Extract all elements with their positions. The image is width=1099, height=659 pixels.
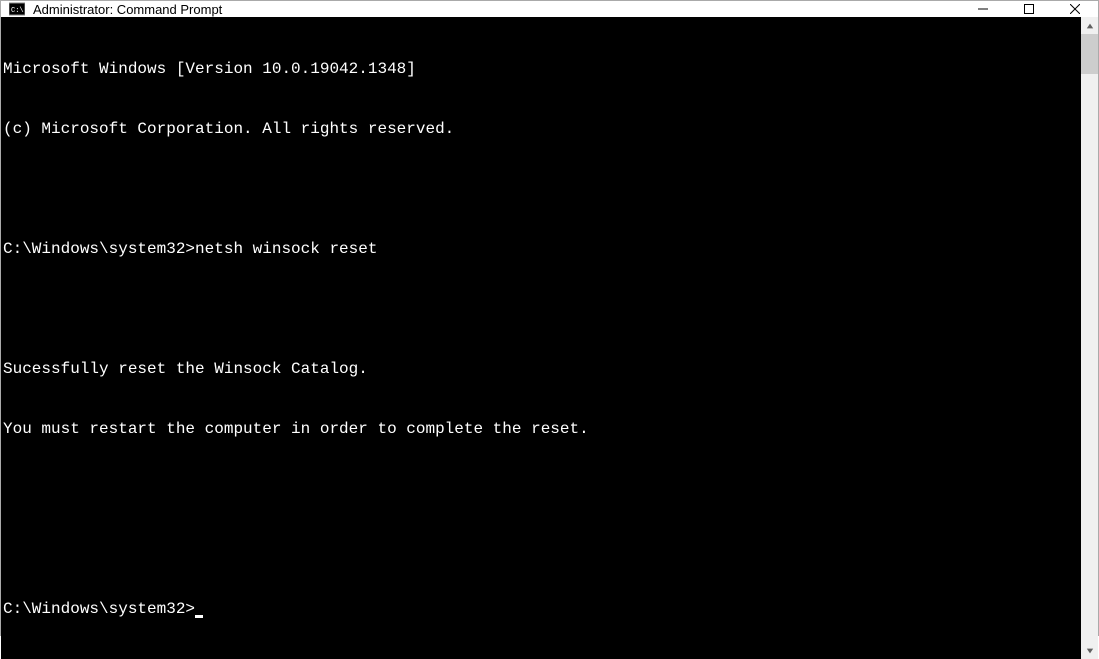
svg-text:C:\: C:\: [11, 7, 24, 15]
prompt-text: C:\Windows\system32>: [3, 600, 195, 618]
command-prompt-window: C:\ Administrator: Command Prompt Micros…: [0, 0, 1099, 636]
terminal-line: You must restart the computer in order t…: [3, 419, 1081, 439]
vertical-scrollbar[interactable]: [1081, 17, 1098, 659]
terminal-line: [3, 539, 1081, 559]
terminal-output[interactable]: Microsoft Windows [Version 10.0.19042.13…: [1, 17, 1081, 659]
minimize-button[interactable]: [960, 1, 1006, 17]
titlebar-left: C:\ Administrator: Command Prompt: [9, 1, 222, 17]
cursor-icon: [195, 615, 203, 618]
maximize-button[interactable]: [1006, 1, 1052, 17]
terminal-line: [3, 479, 1081, 499]
scroll-down-button[interactable]: [1081, 642, 1098, 659]
terminal-line: C:\Windows\system32>netsh winsock reset: [3, 239, 1081, 259]
terminal-line: (c) Microsoft Corporation. All rights re…: [3, 119, 1081, 139]
scrollbar-track[interactable]: [1081, 34, 1098, 642]
window-controls: [960, 1, 1098, 17]
scroll-up-button[interactable]: [1081, 17, 1098, 34]
terminal-line: Sucessfully reset the Winsock Catalog.: [3, 359, 1081, 379]
terminal-line: Microsoft Windows [Version 10.0.19042.13…: [3, 59, 1081, 79]
close-button[interactable]: [1052, 1, 1098, 17]
terminal-line: [3, 299, 1081, 319]
content-area: Microsoft Windows [Version 10.0.19042.13…: [1, 17, 1098, 659]
titlebar[interactable]: C:\ Administrator: Command Prompt: [1, 1, 1098, 17]
window-title: Administrator: Command Prompt: [33, 2, 222, 17]
terminal-line: [3, 179, 1081, 199]
cmd-icon: C:\: [9, 1, 25, 17]
scrollbar-thumb[interactable]: [1081, 34, 1098, 74]
terminal-prompt-line: C:\Windows\system32>: [3, 599, 1081, 619]
